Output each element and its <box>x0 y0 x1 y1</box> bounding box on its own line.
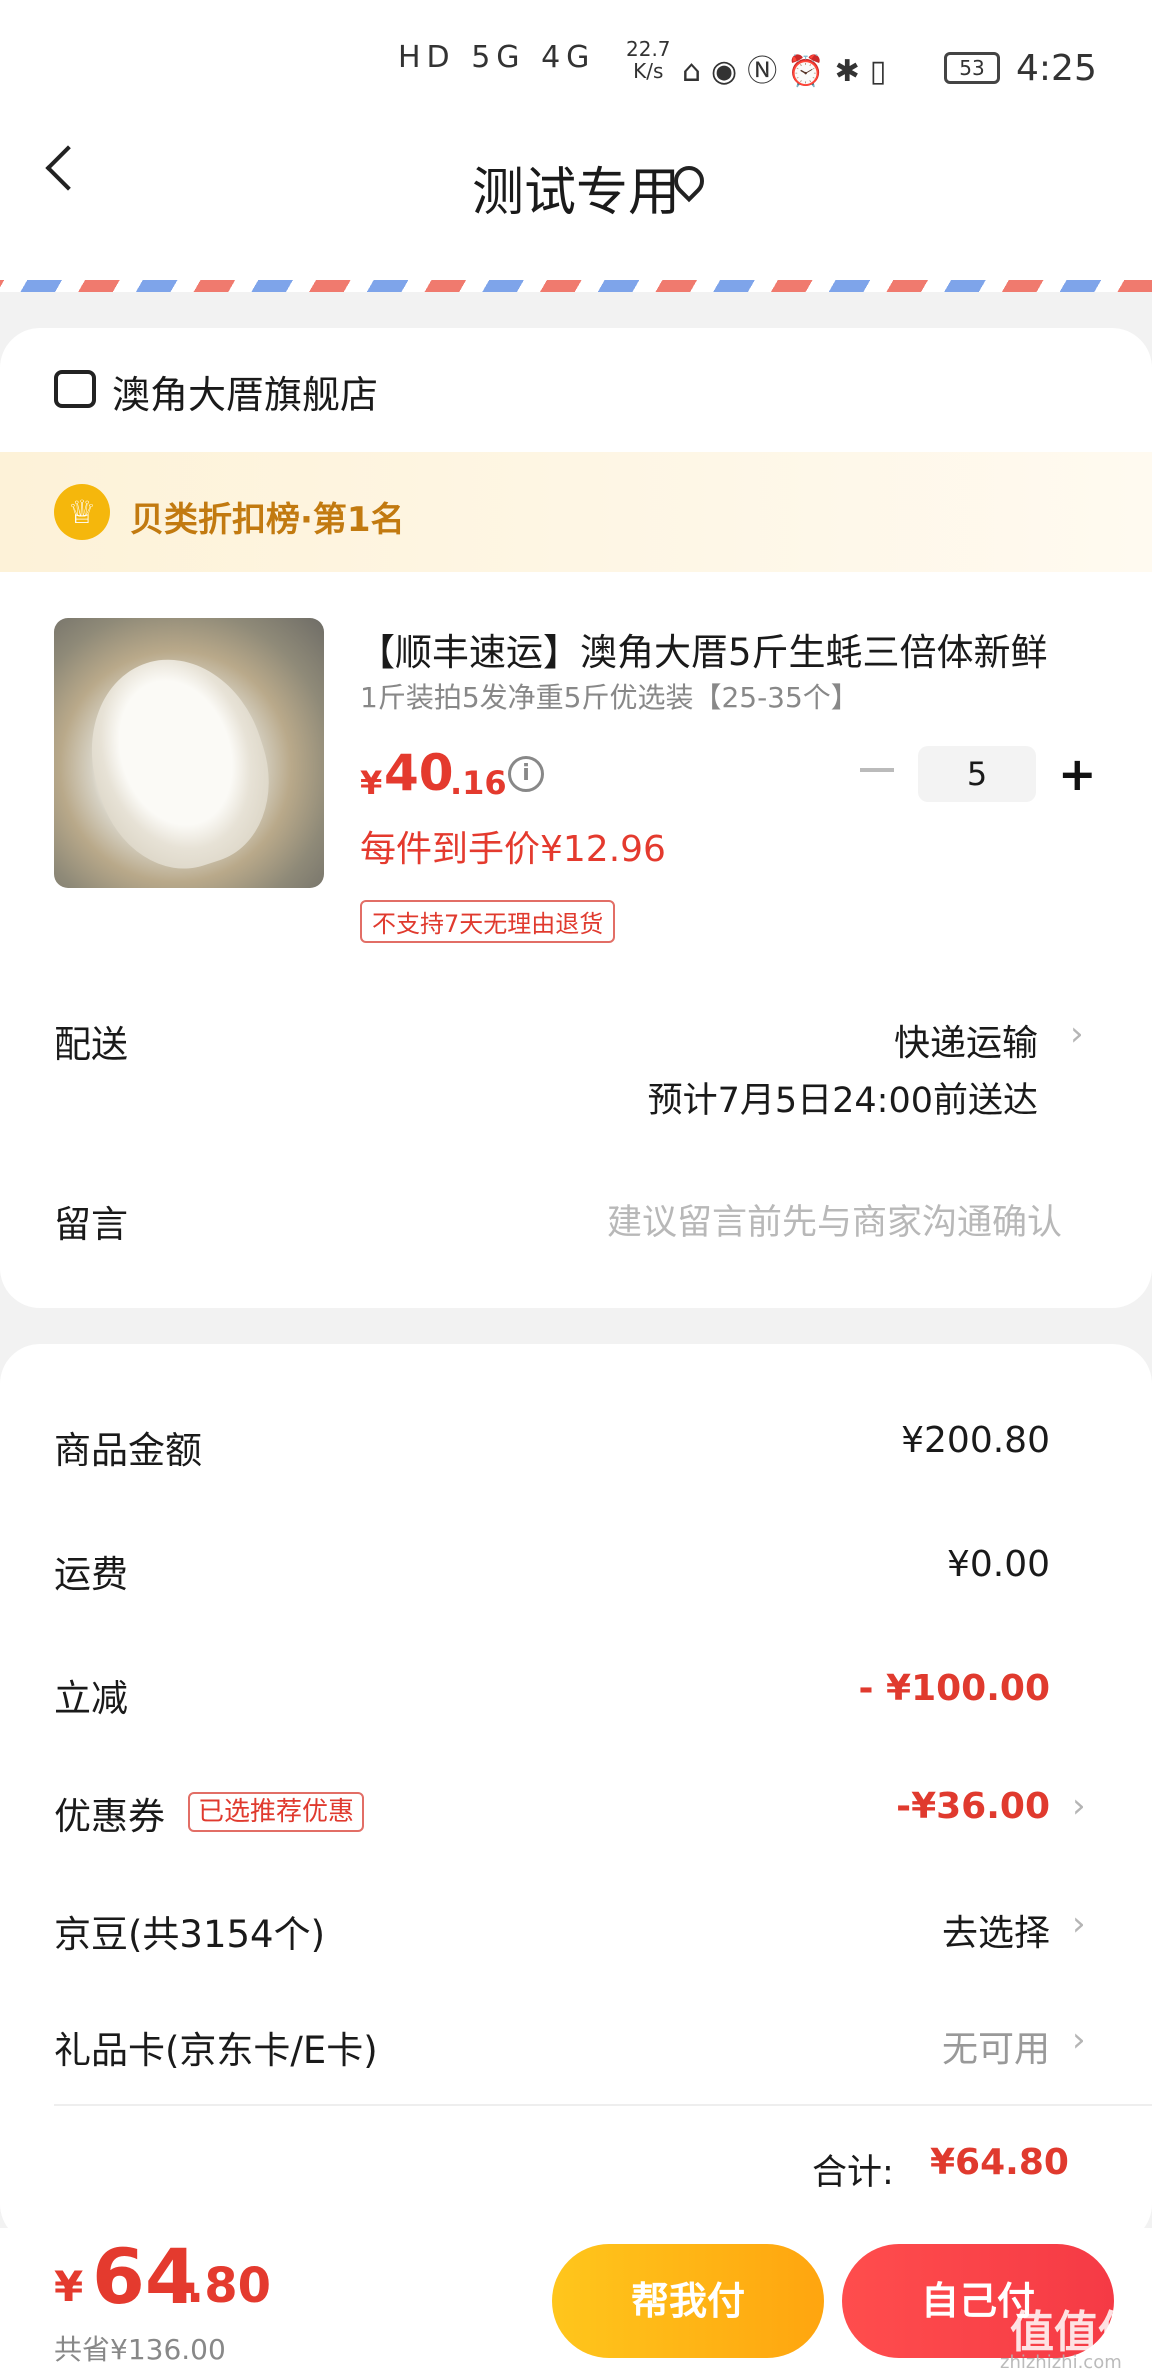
info-icon[interactable]: i <box>508 756 544 792</box>
product-spec: 1斤装拍5发净重5斤优选装【25-35个】 <box>360 681 859 714</box>
coupon-label: 优惠券 <box>54 1795 165 1838</box>
network-speed: 22.7 K/s <box>626 37 671 83</box>
rank-text: 贝类折扣榜·第1名 <box>130 500 405 540</box>
message-label: 留言 <box>54 1203 128 1246</box>
quantity-value[interactable]: 5 <box>918 746 1036 802</box>
chevron-right-icon[interactable]: › <box>1072 1786 1086 1826</box>
jingdou-label: 京豆(共3154个) <box>54 1913 326 1956</box>
coupon-tag: 已选推荐优惠 <box>188 1792 365 1832</box>
delivery-label: 配送 <box>54 1023 128 1066</box>
delivery-method[interactable]: 快递运输 <box>600 1014 1038 1066</box>
help-pay-button[interactable]: 帮我付 <box>552 2244 824 2358</box>
price-decimal: .16 <box>450 764 507 802</box>
page-title: 测试专用 <box>471 163 680 223</box>
no-return-tag: 不支持7天无理由退货 <box>360 900 616 943</box>
giftcard-value[interactable]: 无可用 <box>600 2020 1050 2072</box>
product-title[interactable]: 【顺丰速运】澳角大厝5斤生蚝三倍体新鲜 <box>358 622 1098 676</box>
delivery-eta: 预计7月5日24:00前送达 <box>647 1081 1038 1121</box>
price-integer: 40 <box>384 744 454 802</box>
trophy-icon: ♕ <box>54 484 110 540</box>
system-icons: ⌂◉Ⓝ⏰✱▯ <box>682 54 897 89</box>
quantity-minus-button[interactable] <box>860 768 894 772</box>
saved-amount: 共省¥136.00 <box>54 2333 226 2366</box>
total-label: 合计: <box>812 2153 894 2193</box>
quantity-plus-button[interactable]: + <box>1058 751 1097 797</box>
jingdou-select[interactable]: 去选择 <box>600 1904 1050 1956</box>
pay-currency: ¥ <box>54 2262 84 2311</box>
shipping-label: 运费 <box>54 1553 128 1596</box>
goods-amount-label: 商品金额 <box>54 1429 202 1472</box>
store-icon <box>54 370 96 408</box>
chevron-right-icon[interactable]: › <box>1070 1014 1084 1054</box>
message-input[interactable]: 建议留言前先与商家沟通确认 <box>440 1194 1062 1245</box>
status-bar: HD 5G 4G 22.7 K/s ⌂◉Ⓝ⏰✱▯ 53 4:25 <box>0 0 1152 120</box>
product-image[interactable] <box>54 618 324 888</box>
goods-amount-value: ¥200.80 <box>901 1420 1050 1461</box>
shipping-value: ¥0.00 <box>946 1544 1050 1585</box>
watermark-url: zhizhizhi.com <box>1000 2352 1122 2373</box>
store-name[interactable]: 澳角大厝旗舰店 <box>112 364 378 419</box>
giftcard-label: 礼品卡(京东卡/E卡) <box>54 2029 378 2072</box>
envelope-stripe-divider <box>0 280 1152 292</box>
signal-icon: HD 5G 4G <box>398 40 596 75</box>
pay-amount-integer: 64 <box>92 2232 198 2321</box>
pay-amount-decimal: .80 <box>186 2258 272 2314</box>
discount-label: 立减 <box>54 1677 128 1720</box>
unit-price: 每件到手价¥12.96 <box>360 829 666 870</box>
chevron-right-icon[interactable]: › <box>1072 1904 1086 1944</box>
watermark: 值值值 <box>1010 2307 1142 2358</box>
price-currency: ¥ <box>360 764 383 802</box>
discount-value: - ¥100.00 <box>858 1668 1050 1709</box>
coupon-value[interactable]: -¥36.00 <box>600 1786 1050 1827</box>
status-time: 4:25 <box>1016 48 1097 89</box>
battery-icon: 53 <box>944 52 1000 84</box>
chevron-right-icon[interactable]: › <box>1072 2020 1086 2060</box>
divider <box>54 2104 1152 2106</box>
total-value: ¥64.80 <box>930 2142 1069 2183</box>
